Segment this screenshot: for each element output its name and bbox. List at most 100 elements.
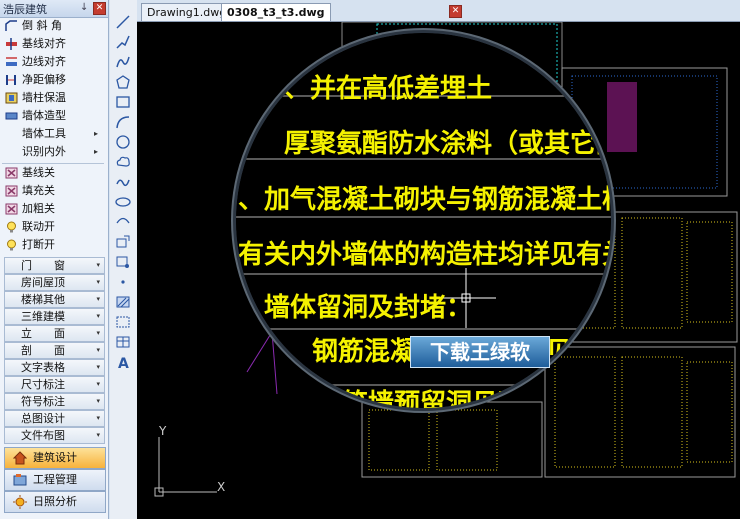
- menu-item-label: 倒 斜 角: [22, 19, 62, 32]
- wall-shape-icon: [5, 112, 18, 120]
- tab-label: 建筑设计: [33, 451, 77, 464]
- chevron-down-icon: ▾: [96, 414, 100, 422]
- point-tool-icon[interactable]: [114, 274, 132, 290]
- menu-item-label: 边线对齐: [22, 55, 66, 68]
- tab-label: 工程管理: [33, 473, 77, 486]
- cloud-tool-icon[interactable]: [114, 154, 132, 170]
- close-document-icon[interactable]: ✕: [449, 5, 462, 18]
- category-label: 符号标注: [21, 395, 65, 408]
- toggle-off-icon: [5, 185, 18, 197]
- palette-title-bar: 浩辰建筑 ↓ ✕: [0, 0, 108, 18]
- chevron-down-icon: ▾: [96, 380, 100, 388]
- menu-item-baseline-toggle[interactable]: 基线关: [0, 164, 106, 182]
- palette-title: 浩辰建筑: [3, 3, 47, 16]
- category-label: 文字表格: [21, 361, 65, 374]
- make-block-tool-icon[interactable]: [114, 254, 132, 270]
- category-label: 文件布图: [21, 429, 65, 442]
- magnified-text-line: 砌筑墙预留洞见建施和: [316, 389, 577, 408]
- category-label: 三维建模: [21, 310, 65, 323]
- magnified-text-line: 、加气混凝土砌块与钢筋混凝土柱，: [238, 185, 611, 215]
- menu-item-label: 识别内外: [22, 145, 66, 158]
- document-tab-bar: Drawing1.dwg 0308_t3_t3.dwg ✕: [137, 0, 740, 22]
- category-label: 门 窗: [21, 259, 65, 272]
- category-file-layout[interactable]: 文件布图 ▾: [4, 427, 105, 444]
- tab-0308[interactable]: 0308_t3_t3.dwg: [221, 3, 331, 21]
- submenu-arrow-icon: ▸: [94, 147, 99, 156]
- menu-item-offset[interactable]: 净距偏移: [0, 71, 106, 89]
- menu-item-label: 填充关: [22, 184, 55, 197]
- spline-tool-icon[interactable]: [114, 54, 132, 70]
- hatch-tool-icon[interactable]: [114, 294, 132, 310]
- category-symbols[interactable]: 符号标注 ▾: [4, 393, 105, 410]
- category-rooms-roofs[interactable]: 房间屋顶 ▾: [4, 274, 105, 291]
- edge-align-icon: [6, 57, 17, 66]
- rectangle-tool-icon[interactable]: [114, 94, 132, 110]
- menu-item-baseline-align[interactable]: 基线对齐: [0, 35, 106, 53]
- menu-item-edge-align[interactable]: 边线对齐: [0, 53, 106, 71]
- chevron-down-icon: ▾: [96, 431, 100, 439]
- close-icon[interactable]: ✕: [93, 2, 106, 15]
- category-section[interactable]: 剖 面 ▾: [4, 342, 105, 359]
- tab-architecture-design[interactable]: 建筑设计: [4, 447, 106, 469]
- chevron-down-icon: ▾: [96, 397, 100, 405]
- menu-item-label: 墙体工具: [22, 127, 66, 140]
- chevron-down-icon: ▾: [96, 278, 100, 286]
- tab-label: 日照分析: [33, 495, 77, 508]
- tab-drawing1[interactable]: Drawing1.dwg: [141, 3, 233, 21]
- tool-palette: 浩辰建筑 ↓ ✕ 倒 斜 角 基线对齐 边线对齐 净距偏移 墙柱保温 墙体造型 …: [0, 0, 109, 519]
- menu-item-fill-toggle[interactable]: 填充关: [0, 182, 106, 200]
- menu-item-wall-shape[interactable]: 墙体造型: [0, 107, 106, 125]
- toggle-off-icon: [5, 203, 18, 215]
- ellipse-tool-icon[interactable]: [114, 194, 132, 210]
- category-label: 尺寸标注: [21, 378, 65, 391]
- sun-icon: [13, 495, 27, 509]
- circle-tool-icon[interactable]: [114, 134, 132, 150]
- text-tool-icon[interactable]: A: [114, 354, 132, 370]
- category-dimensions[interactable]: 尺寸标注 ▾: [4, 376, 105, 393]
- ucs-x-label: X: [217, 480, 226, 494]
- line-tool-icon[interactable]: [114, 14, 132, 30]
- tab-project-management[interactable]: 工程管理: [4, 469, 106, 491]
- insert-block-tool-icon[interactable]: [114, 234, 132, 250]
- category-label: 立 面: [21, 327, 65, 340]
- category-label: 剖 面: [21, 344, 65, 357]
- menu-item-label: 基线关: [22, 166, 55, 179]
- category-elevation[interactable]: 立 面 ▾: [4, 325, 105, 342]
- watermark-logo: 下载王绿软: [410, 336, 550, 368]
- pin-icon[interactable]: ↓: [80, 2, 88, 13]
- tab-sunlight-analysis[interactable]: 日照分析: [4, 491, 106, 513]
- category-label: 楼梯其他: [21, 293, 65, 306]
- table-tool-icon[interactable]: [114, 334, 132, 350]
- category-text-tables[interactable]: 文字表格 ▾: [4, 359, 105, 376]
- project-icon: [13, 474, 27, 486]
- magnified-text-line: 、墙体留洞及封堵：: [238, 293, 473, 323]
- menu-item-insulation[interactable]: 墙柱保温: [0, 89, 106, 107]
- menu-item-label: 联动开: [22, 220, 55, 233]
- menu-item-wall-tools[interactable]: 墙体工具 ▸: [0, 125, 106, 143]
- polygon-tool-icon[interactable]: [114, 74, 132, 90]
- curve-tool-icon[interactable]: [114, 174, 132, 190]
- menu-item-label: 加粗关: [22, 202, 55, 215]
- category-3d-modeling[interactable]: 三维建模 ▾: [4, 308, 105, 325]
- category-site-design[interactable]: 总图设计 ▾: [4, 410, 105, 427]
- magnified-text-line: 厚聚氨酯防水涂料（或其它防: [284, 129, 611, 159]
- menu-item-chamfer[interactable]: 倒 斜 角: [0, 17, 106, 35]
- chevron-down-icon: ▾: [96, 261, 100, 269]
- menu-item-break-toggle[interactable]: 打断开: [0, 236, 106, 254]
- ellipse-arc-tool-icon[interactable]: [114, 214, 132, 230]
- menu-item-label: 墙体造型: [22, 109, 66, 122]
- bulb-icon: [7, 221, 16, 233]
- polyline-tool-icon[interactable]: [114, 34, 132, 50]
- insulation-icon: [5, 92, 18, 104]
- menu-item-bold-toggle[interactable]: 加粗关: [0, 200, 106, 218]
- offset-icon: [6, 75, 16, 85]
- region-tool-icon[interactable]: [114, 314, 132, 330]
- menu-item-link-toggle[interactable]: 联动开: [0, 218, 106, 236]
- category-doors-windows[interactable]: 门 窗 ▾: [4, 257, 105, 274]
- menu-item-identify-inout[interactable]: 识别内外 ▸: [0, 143, 106, 161]
- chevron-down-icon: ▾: [96, 346, 100, 354]
- category-stairs-other[interactable]: 楼梯其他 ▾: [4, 291, 105, 308]
- arc-tool-icon[interactable]: [114, 114, 132, 130]
- toggle-off-icon: [5, 167, 18, 179]
- draw-toolbar: A: [110, 0, 138, 519]
